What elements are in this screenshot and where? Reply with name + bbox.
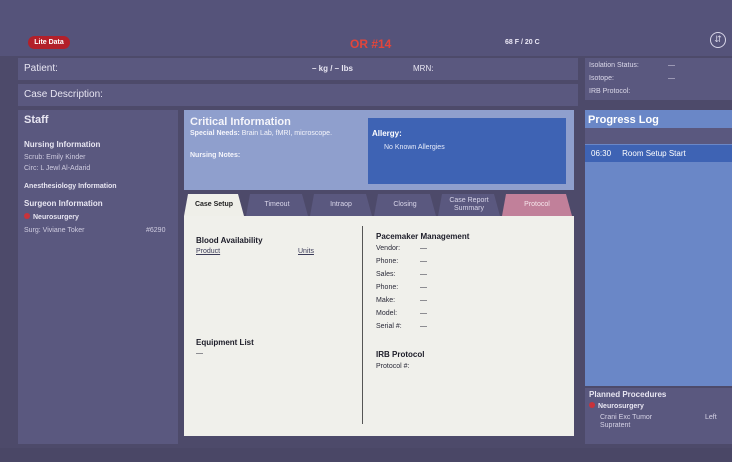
planned-procedures-title: Planned Procedures	[589, 390, 667, 399]
critical-info-title: Critical Information	[190, 116, 291, 128]
bottom-bar	[0, 448, 732, 462]
specialty-dot-icon	[24, 213, 30, 219]
planned-procedure-name: Crani Exc Tumor Supratent	[600, 414, 652, 430]
surgeon-specialty: Neurosurgery	[24, 213, 79, 221]
protocol-number-label: Protocol #:	[376, 363, 410, 370]
procedure-line-2: Supratent	[600, 422, 631, 429]
pm-sales-value: —	[420, 271, 427, 278]
pm-vendor-value: —	[420, 245, 427, 252]
pacemaker-title: Pacemaker Management	[376, 232, 470, 241]
allergy-value: No Known Allergies	[384, 144, 445, 151]
units-column[interactable]: Units	[298, 248, 314, 255]
pm-sales-label: Sales:	[376, 271, 396, 278]
circ-nurse: Circ: L Jewl Al-Adarid	[24, 165, 91, 172]
special-needs-label: Special Needs:	[190, 130, 240, 137]
nursing-info-title: Nursing Information	[24, 140, 101, 149]
scroll-up-icon[interactable]: ⇵	[710, 32, 726, 48]
pm-make-label: Make:	[376, 297, 396, 304]
surgeon-name: Surg: Viviane Toker	[24, 227, 85, 234]
staff-title: Staff	[24, 114, 49, 126]
tab-case-setup[interactable]: Case Setup	[184, 194, 244, 216]
equipment-list-title: Equipment List	[196, 338, 254, 347]
tab-intraop[interactable]: Intraop	[310, 194, 372, 216]
tab-case-report-summary[interactable]: Case Report Summary	[438, 194, 500, 216]
scrub-nurse: Scrub: Emily Kinder	[24, 154, 86, 161]
product-column[interactable]: Product	[196, 248, 220, 255]
tab-closing[interactable]: Closing	[374, 194, 436, 216]
procedure-line-1: Crani Exc Tumor	[600, 414, 653, 421]
anesthesia-info-title: Anesthesiology Information	[24, 183, 117, 190]
nursing-notes-label: Nursing Notes:	[190, 152, 241, 159]
allergy-title: Allergy:	[372, 129, 402, 138]
equipment-list-value: —	[196, 350, 203, 357]
pm-phone-value: —	[420, 258, 427, 265]
patient-weight: – kg / – lbs	[312, 64, 353, 73]
pm-make-value: —	[420, 297, 427, 304]
tab-protocol[interactable]: Protocol	[502, 194, 572, 216]
special-needs: Special Needs: Brain Lab, fMRI, microsco…	[190, 130, 366, 138]
tab-timeout[interactable]: Timeout	[246, 194, 308, 216]
pm-serial-label: Serial #:	[376, 323, 402, 330]
isolation-status-label: Isolation Status:	[589, 62, 639, 69]
progress-log-header	[585, 128, 732, 144]
pm-sales-phone-value: —	[420, 284, 427, 291]
pm-phone-label: Phone:	[376, 258, 399, 265]
allergy-box	[368, 118, 566, 184]
patient-row	[18, 58, 578, 80]
isotope-value: —	[668, 75, 675, 82]
isotope-label: Isotope:	[589, 75, 614, 82]
irb-protocol-title: IRB Protocol	[376, 350, 425, 359]
case-description-label: Case Description:	[24, 89, 103, 100]
room-temperature: 68 F / 20 C	[505, 39, 540, 46]
planned-procedure-side: Left	[705, 414, 717, 421]
entry-time: 06:30	[591, 149, 612, 158]
pm-vendor-label: Vendor:	[376, 245, 401, 252]
progress-log-entry[interactable]: 06:30 Room Setup Start	[585, 145, 732, 162]
planned-specialty-dot-icon	[589, 402, 595, 408]
specialty-text: Neurosurgery	[33, 214, 79, 221]
entry-text: Room Setup Start	[622, 149, 686, 158]
surgeon-info-title: Surgeon Information	[24, 199, 103, 208]
patient-label: Patient:	[24, 63, 58, 74]
surgeon-extension: #6290	[146, 227, 166, 234]
progress-log-title: Progress Log	[588, 114, 659, 126]
isolation-status-value: —	[668, 62, 675, 69]
planned-specialty: Neurosurgery	[589, 402, 644, 410]
irb-protocol-label: IRB Protocol:	[589, 88, 631, 95]
pm-serial-value: —	[420, 323, 427, 330]
pm-model-value: —	[420, 310, 427, 317]
app-logo: Lite Data	[28, 36, 70, 49]
blood-availability-title: Blood Availability	[196, 236, 263, 245]
planned-specialty-text: Neurosurgery	[598, 403, 644, 410]
pm-sales-phone-label: Phone:	[376, 284, 399, 291]
mrn-label: MRN:	[413, 64, 434, 73]
pm-model-label: Model:	[376, 310, 398, 317]
special-needs-value: Brain Lab, fMRI, microscope.	[241, 130, 333, 137]
room-title: OR #14	[350, 37, 392, 51]
content-divider	[362, 226, 363, 424]
